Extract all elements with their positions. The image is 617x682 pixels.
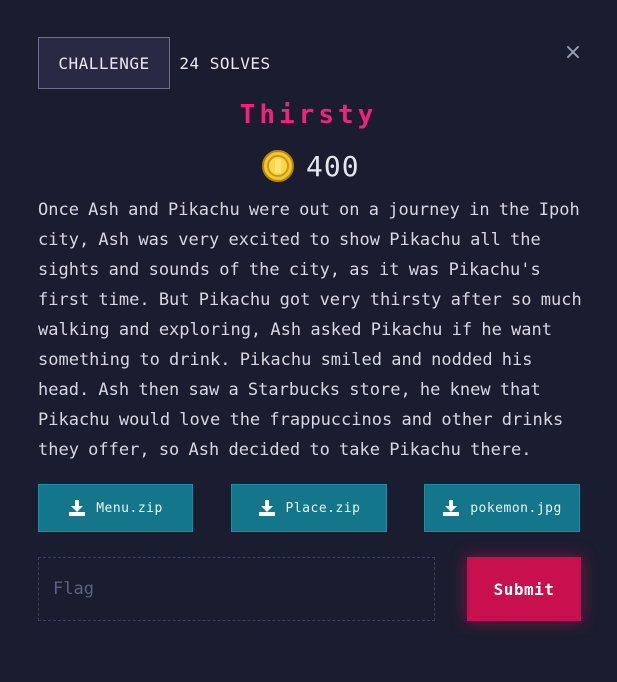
challenge-modal: CHALLENGE 24 SOLVES × Thirsty 400 Once A… <box>0 0 617 682</box>
file-label: Menu.zip <box>96 500 163 516</box>
challenge-points: 400 <box>262 148 360 184</box>
tab-solves[interactable]: 24 SOLVES <box>170 37 280 89</box>
flag-input[interactable] <box>38 557 435 621</box>
file-download-menu-zip[interactable]: Menu.zip <box>38 484 193 532</box>
file-label: pokemon.jpg <box>470 500 562 516</box>
submit-button[interactable]: Submit <box>467 557 581 621</box>
coin-icon <box>262 150 294 182</box>
close-icon[interactable]: × <box>562 42 584 64</box>
modal-tabs: CHALLENGE 24 SOLVES <box>38 37 280 89</box>
points-value: 400 <box>306 149 360 183</box>
challenge-description: Once Ash and Pikachu were out on a journ… <box>38 200 582 460</box>
file-downloads: Menu.zip Place.zip pokemon.jpg <box>38 484 580 532</box>
download-icon <box>69 500 86 516</box>
file-download-pokemon-jpg[interactable]: pokemon.jpg <box>424 484 580 532</box>
download-icon <box>443 500 460 516</box>
download-icon <box>258 500 275 516</box>
file-download-place-zip[interactable]: Place.zip <box>231 484 387 532</box>
tab-challenge[interactable]: CHALLENGE <box>38 37 170 89</box>
file-label: Place.zip <box>285 500 361 516</box>
challenge-title: Thirsty <box>239 100 378 130</box>
